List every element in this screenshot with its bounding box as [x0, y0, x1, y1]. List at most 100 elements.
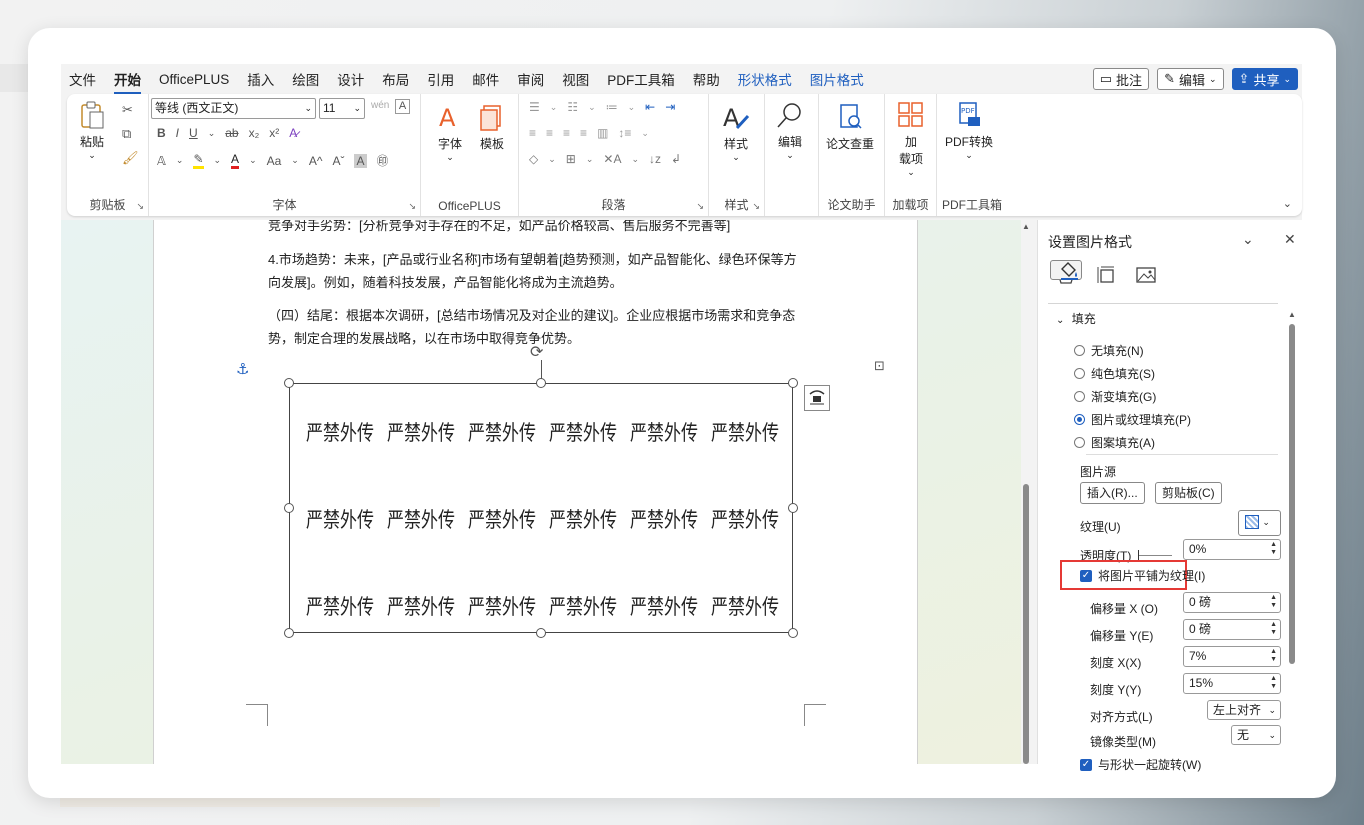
font-color-icon[interactable]: A [231, 152, 240, 169]
transparency-slider[interactable] [1138, 550, 1172, 560]
subscript-icon[interactable]: x₂ [249, 126, 260, 140]
italic-icon[interactable]: I [176, 126, 179, 140]
resize-handle-t[interactable] [536, 378, 546, 388]
clipboard-button[interactable]: 剪贴板(C) [1155, 482, 1222, 504]
multilevel-list-icon[interactable]: ≔ [606, 100, 618, 114]
font-size-combo[interactable]: 11 ⌄ [319, 98, 365, 119]
show-marks-icon[interactable]: ↲ [671, 152, 681, 166]
checkbox-checked-icon[interactable]: ✓ [1080, 569, 1092, 582]
resize-handle-bl[interactable] [284, 628, 294, 638]
dialog-launcher-icon[interactable]: ↘ [408, 201, 416, 212]
paragraph-market-trend[interactable]: 4.市场趋势：未来，[产品或行业名称]市场有望朝着[趋势预测，如产品智能化、绿色… [268, 248, 808, 294]
rotate-with-shape-checkbox[interactable]: ✓ 与形状一起旋转(W) [1080, 756, 1201, 773]
pdf-convert-button[interactable]: PDF PDF转换 ⌄ [945, 100, 993, 161]
resize-handle-l[interactable] [284, 503, 294, 513]
officeplus-template-button[interactable]: 模板 [477, 102, 507, 152]
no-fill-option[interactable]: 无填充(N) [1074, 342, 1144, 359]
enclose-char-icon[interactable]: ㊞ [377, 152, 389, 169]
font-name-combo[interactable]: 等线 (西文正文) ⌄ [151, 98, 316, 119]
editing-button[interactable]: 编辑 ⌄ [775, 100, 805, 161]
tab-view[interactable]: 视图 [562, 69, 589, 89]
increase-indent-icon[interactable]: ⇥ [665, 100, 675, 114]
officeplus-font-button[interactable]: A 字体 ⌄ [435, 102, 465, 163]
dialog-launcher-icon[interactable]: ↘ [752, 201, 760, 212]
superscript-icon[interactable]: x² [269, 126, 279, 140]
tab-insert[interactable]: 插入 [247, 69, 274, 89]
share-button[interactable]: ⇪ 共享 ⌄ [1231, 68, 1298, 90]
cut-icon[interactable]: ✂ [122, 102, 133, 118]
clear-format-icon[interactable]: A̷ [289, 126, 297, 140]
pattern-fill-option[interactable]: 图案填充(A) [1074, 434, 1155, 451]
document-scroll-thumb[interactable] [1023, 484, 1029, 764]
gradient-fill-option[interactable]: 渐变填充(G) [1074, 388, 1156, 405]
dialog-launcher-icon[interactable]: ↘ [696, 201, 704, 212]
radio-pattern-fill[interactable] [1074, 437, 1085, 448]
tab-picture-format[interactable]: 图片格式 [810, 69, 864, 89]
plagiarism-check-button[interactable]: 论文查重 [826, 102, 874, 152]
offset-y-input[interactable]: 0 磅 ▲ ▼ [1183, 619, 1281, 640]
pane-options-chevron-icon[interactable]: ⌄ [1242, 231, 1254, 248]
resize-handle-br[interactable] [788, 628, 798, 638]
alignment-select[interactable]: 左上对齐 ⌄ [1207, 700, 1281, 720]
rotate-handle-icon[interactable]: ⟳ [530, 342, 543, 362]
highlight-icon[interactable]: ✎ [193, 152, 204, 169]
phonetic-guide-icon[interactable]: wén [371, 100, 389, 111]
tab-draw[interactable]: 绘图 [292, 69, 319, 89]
radio-solid-fill[interactable] [1074, 368, 1085, 379]
watermark-image[interactable]: 严禁外传 严禁外传 严禁外传 严禁外传 严禁外传 严禁外传 严禁外传 严禁外传 严禁外传 严禁外传… [289, 383, 793, 633]
chinese-layout-icon[interactable]: ✕A [603, 152, 621, 166]
tab-officeplus[interactable]: OfficePLUS [159, 72, 229, 87]
tab-review[interactable]: 审阅 [517, 69, 544, 89]
transparency-input[interactable]: 0% ▲ ▼ [1183, 539, 1281, 560]
close-icon[interactable]: ✕ [1284, 231, 1296, 248]
tab-pdf-tools[interactable]: PDF工具箱 [607, 69, 675, 89]
distribute-icon[interactable]: ▥ [597, 126, 608, 140]
bullets-icon[interactable]: ☰ [529, 100, 540, 114]
tab-design[interactable]: 设计 [337, 69, 364, 89]
scroll-up-icon[interactable]: ▲ [1022, 222, 1030, 231]
offset-x-input[interactable]: 0 磅 ▲ ▼ [1183, 592, 1281, 613]
align-right-icon[interactable]: ≡ [563, 126, 570, 140]
tab-mailings[interactable]: 邮件 [472, 69, 499, 89]
numbering-icon[interactable]: ☷ [567, 100, 578, 114]
borders-icon[interactable]: ⊞ [566, 152, 576, 166]
tab-help[interactable]: 帮助 [693, 69, 720, 89]
texture-picker[interactable]: ⌄ [1238, 510, 1281, 536]
copy-icon[interactable]: ⧉ [122, 126, 131, 142]
scale-x-input[interactable]: 7% ▲ ▼ [1183, 646, 1281, 667]
picture-tab[interactable] [1130, 260, 1162, 290]
scale-y-input[interactable]: 15% ▲ ▼ [1183, 673, 1281, 694]
resize-handle-tl[interactable] [284, 378, 294, 388]
shading-icon[interactable]: ◇ [529, 152, 538, 166]
bold-icon[interactable]: B [157, 126, 166, 140]
decrease-indent-icon[interactable]: ⇤ [645, 100, 655, 114]
resize-handle-r[interactable] [788, 503, 798, 513]
solid-fill-option[interactable]: 纯色填充(S) [1074, 365, 1155, 382]
picture-texture-fill-option[interactable]: 图片或纹理填充(P) [1074, 411, 1191, 428]
collapse-ribbon-icon[interactable]: ⌄ [1283, 197, 1292, 210]
paragraph-competitor[interactable]: 竞争对手劣势：[分析竞争对手存在的不足，如产品价格较高、售后服务不完善等] [268, 220, 808, 237]
paste-button[interactable]: 粘贴 ⌄ [77, 100, 107, 161]
char-border-icon[interactable]: A [395, 99, 410, 114]
sort-icon[interactable]: ↓z [649, 152, 661, 166]
radio-picture-fill[interactable] [1074, 414, 1085, 425]
tab-home[interactable]: 开始 [114, 69, 141, 94]
resize-handle-tr[interactable] [788, 378, 798, 388]
resize-handle-b[interactable] [536, 628, 546, 638]
radio-gradient-fill[interactable] [1074, 391, 1085, 402]
justify-icon[interactable]: ≡ [580, 126, 587, 140]
tab-shape-format[interactable]: 形状格式 [738, 69, 792, 89]
text-effects-icon[interactable]: 𝔸 [157, 154, 166, 168]
tab-references[interactable]: 引用 [427, 69, 454, 89]
size-properties-tab[interactable] [1090, 260, 1122, 290]
comments-button[interactable]: ▭ 批注 [1092, 68, 1150, 90]
pane-scroll-thumb[interactable] [1289, 324, 1295, 664]
mirror-type-select[interactable]: 无 ⌄ [1231, 725, 1281, 745]
grow-font-icon[interactable]: A^ [309, 154, 323, 168]
dialog-launcher-icon[interactable]: ↘ [136, 201, 144, 212]
format-painter-icon[interactable]: 🖌 [122, 150, 139, 166]
insert-picture-button[interactable]: 插入(R)... [1080, 482, 1145, 504]
line-spacing-icon[interactable]: ↕≡ [618, 126, 631, 140]
addins-button[interactable]: 加 载项 ⌄ [896, 100, 926, 178]
tile-as-texture-checkbox[interactable]: ✓ 将图片平铺为纹理(I) [1080, 567, 1205, 584]
